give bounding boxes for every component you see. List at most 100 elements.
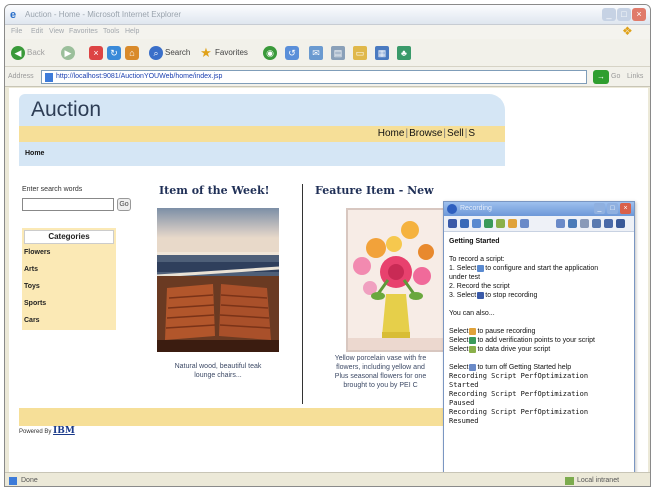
folder-icon: ▭	[353, 45, 367, 60]
search-go-button[interactable]: Go	[117, 198, 131, 211]
data-drive-line: Select to data drive your script	[449, 345, 551, 353]
display-icon-6[interactable]	[616, 219, 625, 228]
security-zone: Local intranet	[577, 477, 620, 484]
recording-minimize-button[interactable]: _	[594, 203, 605, 214]
category-cars[interactable]: Cars	[24, 317, 40, 324]
go-icon[interactable]: →	[593, 70, 609, 84]
flower-vase-image[interactable]	[346, 208, 446, 352]
display-icon-1[interactable]	[556, 219, 565, 228]
home-button[interactable]: ⌂	[125, 45, 141, 61]
pause-recording-icon[interactable]	[460, 219, 469, 228]
item-of-week-title: Item of the Week!	[159, 184, 270, 197]
category-flowers[interactable]: Flowers	[24, 249, 50, 256]
search-button[interactable]: ⌕ Search	[149, 45, 190, 61]
nav-sell-link[interactable]: Sell	[447, 128, 464, 139]
start-app-icon[interactable]	[472, 219, 481, 228]
lounge-chairs-image[interactable]	[157, 208, 279, 352]
mail-icon: ✉	[309, 45, 323, 60]
categories-panel: Categories Flowers Arts Toys Sports Cars	[22, 228, 116, 330]
footer: Powered By IBM	[19, 426, 505, 440]
media-button[interactable]: ◉	[263, 45, 279, 61]
display-icon-5[interactable]	[604, 219, 613, 228]
messenger-icon: ♣	[397, 45, 411, 60]
intranet-zone-icon	[565, 477, 574, 485]
powered-by-label: Powered By	[19, 429, 52, 435]
links-button[interactable]: Links	[627, 73, 643, 80]
status-bar: Done Local intranet	[5, 472, 650, 486]
recording-toolbar	[444, 216, 634, 232]
windows-logo-icon: ❖	[622, 24, 633, 38]
insert-icon[interactable]	[508, 219, 517, 228]
ie-logo-icon: e	[10, 9, 17, 21]
folder-button[interactable]: ▭	[353, 45, 369, 61]
nav-home-link[interactable]: Home	[378, 128, 405, 139]
turn-off-help-line: Select to turn off Getting Started help	[449, 363, 572, 371]
pause-line: Select to pause recording	[449, 327, 536, 335]
breadcrumb-home[interactable]: Home	[25, 150, 44, 157]
print-icon: ▤	[331, 45, 345, 60]
print-button[interactable]: ▤	[331, 45, 347, 61]
title-bar[interactable]: e Auction - Home - Microsoft Internet Ex…	[5, 5, 650, 25]
help-inline-icon	[469, 363, 477, 371]
search-input[interactable]	[22, 198, 114, 211]
nav-browse-link[interactable]: Browse	[409, 128, 442, 139]
address-bar: Address http://localhost:9081/AuctionYOU…	[5, 67, 650, 87]
recording-title-bar[interactable]: Recording _ □ ×	[444, 202, 634, 216]
window-title: Auction - Home - Microsoft Internet Expl…	[25, 10, 182, 19]
messenger-button[interactable]: ♣	[397, 45, 413, 61]
discuss-icon: ▦	[375, 45, 389, 60]
site-title: Auction	[31, 98, 102, 121]
page-viewport: Auction Home|Browse|Sell|S Home Enter se…	[9, 88, 648, 472]
search-icon: ⌕	[149, 45, 163, 60]
verification-line: Select to add verification points to your…	[449, 336, 595, 344]
toolbar: ◀ Back ▶ × ↻ ⌂ ⌕ Search ★ Favorites ◉ ↺ ✉ ▤…	[5, 39, 650, 67]
help-icon[interactable]	[520, 219, 529, 228]
search-label: Enter search words	[22, 186, 83, 193]
log-line: Paused	[449, 399, 475, 407]
star-icon: ★	[200, 44, 212, 60]
verification-inline-icon	[469, 336, 477, 344]
category-toys[interactable]: Toys	[24, 283, 40, 290]
stop-inline-icon	[477, 291, 485, 299]
display-icon-4[interactable]	[592, 219, 601, 228]
back-button[interactable]: ◀ Back	[11, 45, 45, 61]
minimize-button[interactable]: _	[602, 8, 616, 21]
menu-view[interactable]: View	[49, 28, 64, 35]
categories-header: Categories	[24, 230, 114, 244]
menu-tools[interactable]: Tools	[103, 28, 119, 35]
step-3-line: 3. Select to stop recording	[449, 291, 538, 299]
stop-recording-icon[interactable]	[448, 219, 457, 228]
address-input[interactable]: http://localhost:9081/AuctionYOUWeb/home…	[41, 70, 587, 84]
stop-button[interactable]: ×	[89, 45, 105, 61]
log-line: Recording Script PerfOptimization	[449, 408, 589, 416]
refresh-icon: ↻	[107, 45, 121, 60]
menu-help[interactable]: Help	[125, 28, 139, 35]
ibm-logo-link[interactable]: IBM	[53, 426, 75, 436]
display-icon-3[interactable]	[580, 219, 589, 228]
close-button[interactable]: ×	[632, 8, 646, 21]
display-icon-2[interactable]	[568, 219, 577, 228]
record-intro: To record a script:	[449, 256, 505, 263]
go-button[interactable]: Go	[611, 73, 620, 80]
data-drive-icon[interactable]	[496, 219, 505, 228]
nav-s-link[interactable]: S	[468, 128, 475, 139]
refresh-button[interactable]: ↻	[107, 45, 123, 61]
forward-button[interactable]: ▶	[61, 45, 77, 61]
feature-item-title: Feature Item - New	[315, 184, 434, 197]
history-button[interactable]: ↺	[285, 45, 301, 61]
category-arts[interactable]: Arts	[24, 266, 38, 273]
mail-button[interactable]: ✉	[309, 45, 325, 61]
menu-bar: File Edit View Favorites Tools Help	[5, 25, 650, 39]
recording-close-button[interactable]: ×	[620, 203, 631, 214]
menu-edit[interactable]: Edit	[31, 28, 43, 35]
recording-maximize-button[interactable]: □	[607, 203, 618, 214]
menu-file[interactable]: File	[11, 28, 22, 35]
category-sports[interactable]: Sports	[24, 300, 46, 307]
status-text: Done	[21, 477, 38, 484]
menu-favorites[interactable]: Favorites	[69, 28, 98, 35]
discuss-button[interactable]: ▦	[375, 45, 391, 61]
forward-arrow-icon: ▶	[61, 45, 75, 60]
verification-point-icon[interactable]	[484, 219, 493, 228]
favorites-button[interactable]: ★ Favorites	[199, 45, 248, 61]
maximize-button[interactable]: □	[617, 8, 631, 21]
